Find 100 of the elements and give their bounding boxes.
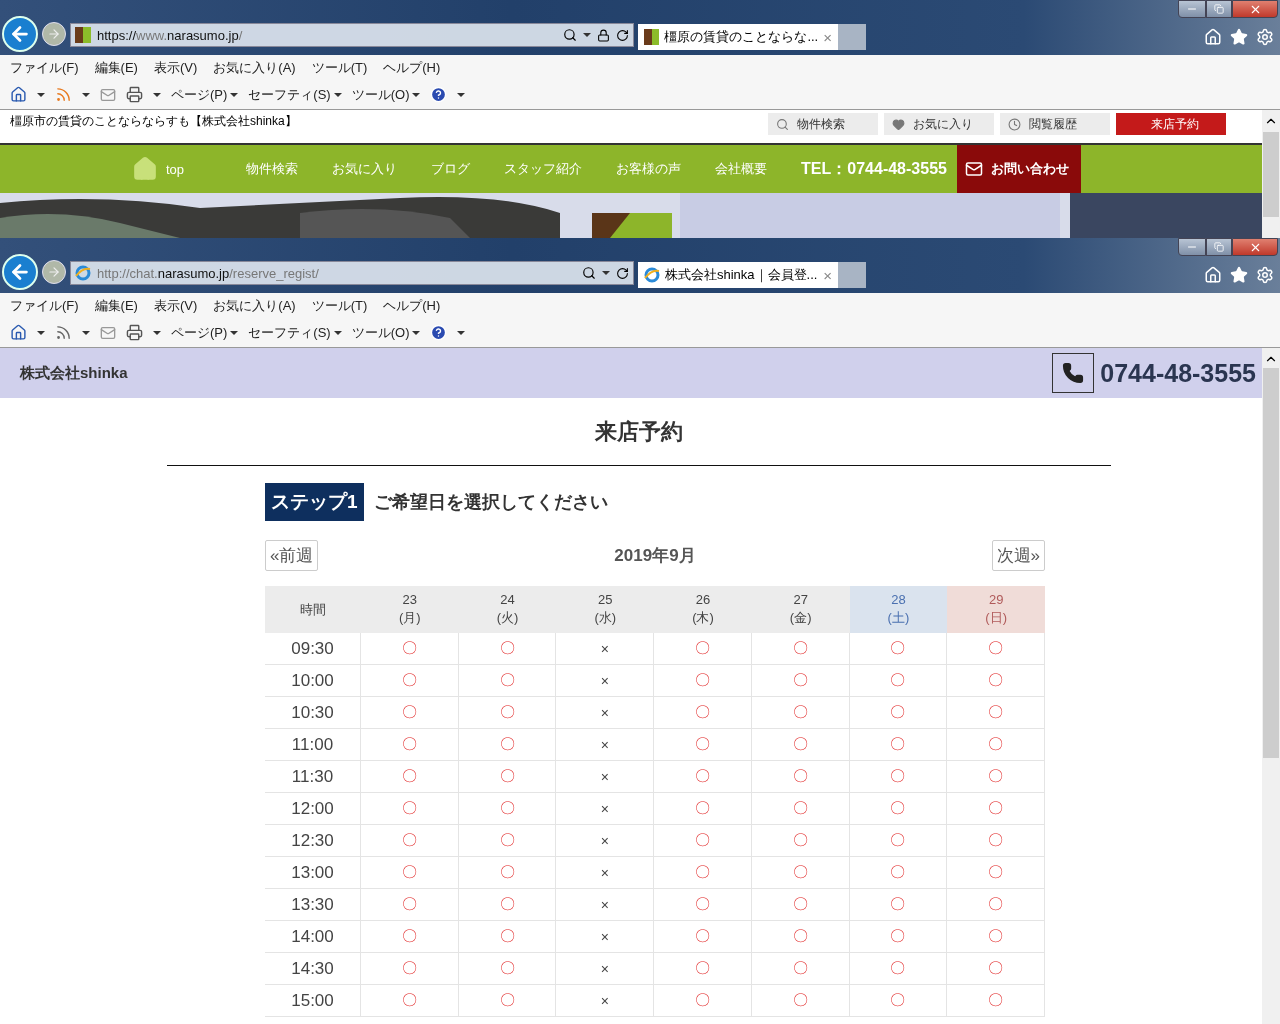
slot-cell[interactable]: 〇 <box>654 793 752 825</box>
browser-tab[interactable]: 株式会社shinka｜会員登... × <box>638 262 838 288</box>
heart-icon[interactable] <box>892 117 905 131</box>
slot-cell[interactable]: 〇 <box>654 985 752 1017</box>
slot-cell[interactable]: 〇 <box>849 761 948 793</box>
slot-cell[interactable]: 〇 <box>849 633 948 665</box>
slot-cell[interactable]: 〇 <box>458 825 557 857</box>
slot-cell[interactable]: 〇 <box>849 921 948 953</box>
feed-icon[interactable] <box>55 324 72 341</box>
slot-cell[interactable]: 〇 <box>654 697 752 729</box>
nav-link[interactable]: お問い合わせ <box>956 145 1081 193</box>
slot-cell[interactable]: 〇 <box>849 857 948 889</box>
slot-cell[interactable]: 〇 <box>751 953 850 985</box>
slot-cell[interactable]: 〇 <box>458 665 557 697</box>
slot-cell[interactable]: 〇 <box>654 825 752 857</box>
slot-cell[interactable]: 〇 <box>361 857 459 889</box>
next-week-button[interactable]: 次週» <box>991 540 1045 571</box>
search-icon[interactable] <box>563 28 577 42</box>
slot-cell[interactable]: 〇 <box>751 921 850 953</box>
slot-cell[interactable]: 〇 <box>361 697 459 729</box>
menu-item[interactable]: 編集(E) <box>94 58 138 77</box>
star-icon[interactable] <box>1230 266 1248 284</box>
back-button[interactable] <box>2 16 38 52</box>
address-bar[interactable]: https://www.narasumo.jp/ <box>70 23 634 47</box>
tab-close-button[interactable]: × <box>823 28 832 46</box>
slot-cell[interactable]: 〇 <box>947 697 1045 729</box>
clock-icon[interactable] <box>1008 117 1021 131</box>
toolbar-menu-button[interactable]: セーフティ(S) <box>248 323 342 342</box>
toolbar-menu-button[interactable]: ツール(O) <box>351 323 421 342</box>
star-icon[interactable] <box>1230 28 1248 46</box>
minimize-button[interactable] <box>1178 0 1206 18</box>
print-icon[interactable] <box>126 324 143 341</box>
slot-cell[interactable]: 〇 <box>947 665 1045 697</box>
slot-cell[interactable]: 〇 <box>751 633 850 665</box>
slot-cell[interactable]: 〇 <box>947 921 1045 953</box>
slot-cell[interactable]: 〇 <box>654 921 752 953</box>
slot-cell[interactable]: 〇 <box>849 793 948 825</box>
forward-button[interactable] <box>42 22 66 46</box>
caret-icon[interactable] <box>457 92 466 97</box>
menu-item[interactable]: ツール(T) <box>311 296 368 315</box>
slot-cell[interactable]: 〇 <box>654 761 752 793</box>
caret-icon[interactable] <box>153 92 161 97</box>
slot-cell[interactable]: 〇 <box>654 953 752 985</box>
scrollbar[interactable] <box>1262 110 1280 238</box>
slot-cell[interactable]: 〇 <box>458 953 557 985</box>
slot-cell[interactable]: 〇 <box>947 953 1045 985</box>
slot-cell[interactable]: 〇 <box>458 985 557 1017</box>
home-icon[interactable] <box>10 86 27 103</box>
feed-icon[interactable] <box>55 86 72 103</box>
caret-icon[interactable] <box>583 33 591 37</box>
slot-cell[interactable]: 〇 <box>849 953 948 985</box>
slot-cell[interactable]: 〇 <box>458 857 557 889</box>
slot-cell[interactable]: 〇 <box>849 825 948 857</box>
toolbar-menu-button[interactable]: セーフティ(S) <box>248 85 342 104</box>
help-icon[interactable] <box>430 324 448 341</box>
slot-cell[interactable]: 〇 <box>458 889 557 921</box>
slot-cell[interactable]: 〇 <box>361 953 459 985</box>
slot-cell[interactable]: 〇 <box>947 761 1045 793</box>
slot-cell[interactable]: 〇 <box>361 889 459 921</box>
slot-cell[interactable]: 〇 <box>947 857 1045 889</box>
caret-icon[interactable] <box>37 92 45 97</box>
slot-cell[interactable]: 〇 <box>751 729 850 761</box>
search-icon[interactable] <box>582 266 596 280</box>
slot-cell[interactable]: 〇 <box>361 761 459 793</box>
back-button[interactable] <box>2 254 38 290</box>
forward-button[interactable] <box>42 260 66 284</box>
help-icon[interactable] <box>430 86 448 103</box>
slot-cell[interactable]: 〇 <box>751 889 850 921</box>
slot-cell[interactable]: 〇 <box>458 729 557 761</box>
refresh-icon[interactable] <box>616 28 629 42</box>
print-icon[interactable] <box>126 86 143 103</box>
toolbar-menu-button[interactable]: ページ(P) <box>171 323 239 342</box>
slot-cell[interactable]: 〇 <box>947 825 1045 857</box>
utility-link[interactable]: 物件検索 <box>768 113 878 135</box>
slot-cell[interactable]: 〇 <box>947 729 1045 761</box>
caret-icon[interactable] <box>602 271 610 275</box>
scrollbar[interactable] <box>1262 348 1280 1024</box>
caret-icon[interactable] <box>82 330 90 335</box>
menu-item[interactable]: ヘルプ(H) <box>383 296 441 315</box>
menu-item[interactable]: ファイル(F) <box>10 58 79 77</box>
slot-cell[interactable]: 〇 <box>654 889 752 921</box>
menu-item[interactable]: ツール(T) <box>311 58 368 77</box>
menu-item[interactable]: 表示(V) <box>153 58 198 77</box>
slot-cell[interactable]: 〇 <box>361 665 459 697</box>
restore-button[interactable] <box>1206 238 1232 256</box>
caret-icon[interactable] <box>153 330 161 335</box>
slot-cell[interactable]: 〇 <box>751 825 850 857</box>
menu-item[interactable]: ヘルプ(H) <box>383 58 441 77</box>
slot-cell[interactable]: 〇 <box>751 857 850 889</box>
utility-link[interactable]: 閲覧履歴 <box>1000 113 1110 135</box>
slot-cell[interactable]: 〇 <box>654 665 752 697</box>
toolbar-menu-button[interactable]: ページ(P) <box>171 85 239 104</box>
slot-cell[interactable]: 〇 <box>849 697 948 729</box>
home-icon[interactable] <box>10 324 27 341</box>
slot-cell[interactable]: 〇 <box>458 793 557 825</box>
close-button[interactable] <box>1232 0 1278 18</box>
previous-week-button[interactable]: «前週 <box>265 540 319 571</box>
slot-cell[interactable]: 〇 <box>751 761 850 793</box>
settings-icon[interactable] <box>1256 266 1274 284</box>
slot-cell[interactable]: 〇 <box>458 761 557 793</box>
